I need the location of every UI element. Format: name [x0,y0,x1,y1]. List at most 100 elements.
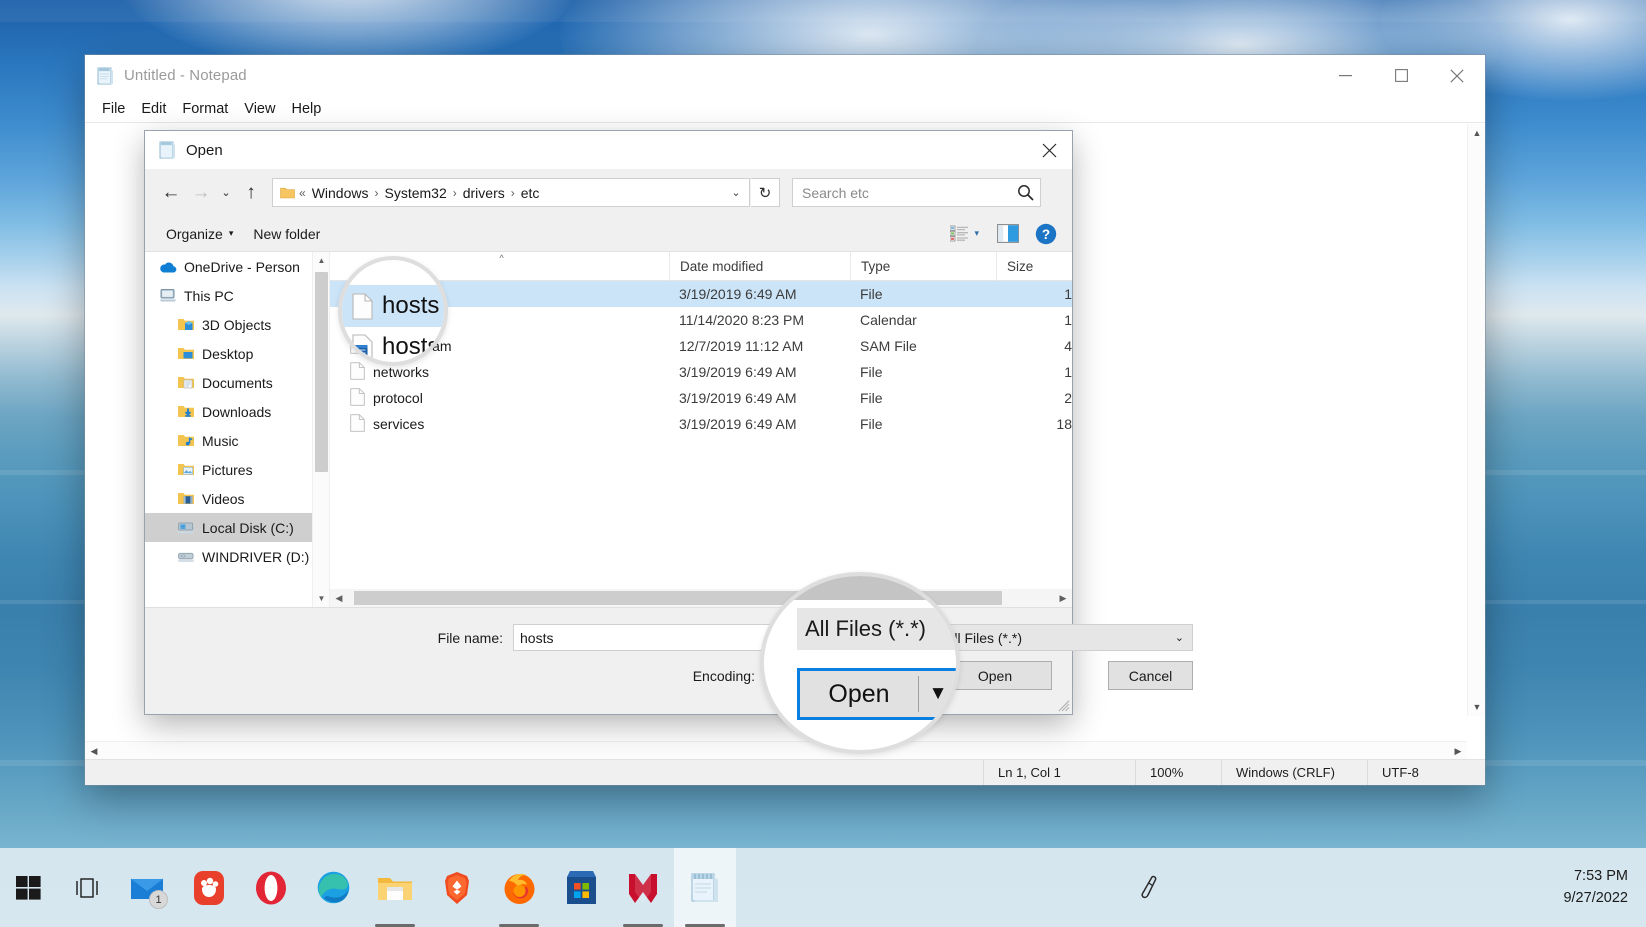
scroll-up-arrow[interactable]: ▲ [1468,124,1486,142]
sidebar-item-windriver-d[interactable]: WINDRIVER (D:) [145,542,329,571]
menu-file[interactable]: File [94,98,133,120]
file-list-horizontal-scrollbar[interactable]: ◀ ▶ [330,589,1072,607]
sidebar-item-downloads[interactable]: Downloads [145,397,329,426]
column-header-date[interactable]: Date modified [669,252,850,281]
file-date-cell: 12/7/2019 11:12 AM [669,338,850,354]
organize-button[interactable]: Organize ▾ [156,221,243,247]
notepad-menubar: File Edit Format View Help [85,96,1485,123]
file-type-cell: File [850,390,996,406]
breadcrumb-etc[interactable]: etc [519,185,542,201]
file-icon [352,293,373,320]
search-input[interactable] [793,185,1010,201]
file-type-filter-combobox[interactable]: All Files (*.*) ⌄ [938,624,1193,651]
taskbar-app-mail[interactable]: 1 [116,848,178,927]
view-options-button[interactable]: ▾ [944,221,985,246]
magnified-row-hosts[interactable]: hosts [352,292,439,320]
scroll-down-arrow[interactable]: ▼ [1468,698,1486,716]
taskbar-app-opera[interactable] [240,848,302,927]
status-spacer [85,760,983,785]
file-row[interactable]: networks3/19/2019 6:49 AMFile1 [330,359,1072,385]
menu-view[interactable]: View [236,98,283,120]
taskbar-app-file-explorer[interactable] [364,848,426,927]
sidebar-item-music[interactable]: Music [145,426,329,455]
file-type-cell: File [850,364,996,380]
search-icon[interactable] [1010,184,1040,201]
taskbar-app-microsoft-store[interactable] [550,848,612,927]
column-header-size[interactable]: Size [996,252,1072,281]
magnifier-content: All Files (*.*) Open ▼ Cancel [764,576,960,754]
scroll-right-arrow[interactable]: ▶ [1449,742,1467,760]
magnified-open-button[interactable]: Open ▼ [797,668,960,720]
scroll-up-arrow[interactable]: ▲ [313,252,330,269]
menu-edit[interactable]: Edit [133,98,174,120]
notepad-icon [97,67,114,85]
chevron-down-icon[interactable]: ▼ [919,683,957,705]
magnified-filter-combobox[interactable]: All Files (*.*) [797,608,960,650]
start-icon[interactable] [0,848,58,927]
preview-pane-button[interactable] [989,220,1027,247]
maximize-button[interactable] [1373,55,1429,96]
breadcrumb-system32[interactable]: System32 [382,185,448,201]
column-header-type[interactable]: Type [850,252,996,281]
scroll-left-arrow[interactable]: ◀ [330,589,348,607]
file-row[interactable]: services3/19/2019 6:49 AMFile18 [330,411,1072,437]
sidebar-item-desktop[interactable]: Desktop [145,339,329,368]
new-folder-button[interactable]: New folder [243,221,330,247]
cancel-button[interactable]: Cancel [1108,661,1193,690]
sidebar-scrollbar[interactable]: ▲ ▼ [312,252,329,607]
address-bar[interactable]: « Windows › System32 › drivers › etc ⌄ [272,178,750,207]
scroll-right-arrow[interactable]: ▶ [1054,589,1072,607]
sidebar-item-videos[interactable]: Videos [145,484,329,513]
breadcrumb-windows[interactable]: Windows [310,185,371,201]
sidebar-item-local-disk-c[interactable]: Local Disk (C:) [145,513,329,542]
search-box[interactable] [792,178,1041,207]
sidebar-item-onedrive-person[interactable]: OneDrive - Person [145,252,329,281]
help-button[interactable]: ? [1031,221,1061,247]
scroll-left-arrow[interactable]: ◀ [85,742,103,760]
resize-grip[interactable] [1058,700,1070,712]
folder-music-icon [177,433,195,448]
clock[interactable]: 7:53 PM 9/27/2022 [1563,866,1646,908]
notepad-vertical-scrollbar[interactable]: ▲ ▼ [1467,124,1485,716]
folder-icon [280,186,295,199]
sidebar-item-this-pc[interactable]: This PC [145,281,329,310]
taskbar-app-teamviewer[interactable] [178,848,240,927]
close-button[interactable] [1429,55,1485,96]
pen-icon[interactable] [1125,875,1175,901]
back-button[interactable]: ← [156,178,186,208]
preview-pane-icon [997,224,1019,243]
file-size-cell: 4 [996,338,1072,354]
taskbar-app-brave[interactable] [426,848,488,927]
sidebar-item-3d-objects[interactable]: 3D Objects [145,310,329,339]
breadcrumb-drivers[interactable]: drivers [461,185,507,201]
file-row[interactable]: protocol3/19/2019 6:49 AMFile2 [330,385,1072,411]
refresh-button[interactable]: ↻ [751,178,780,207]
minimize-button[interactable] [1317,55,1373,96]
taskbar-app-mcafee[interactable] [612,848,674,927]
sidebar-item-label: WINDRIVER (D:) [202,549,309,565]
taskbar-app-firefox[interactable] [488,848,550,927]
menu-help[interactable]: Help [283,98,329,120]
taskbar-app-notepad[interactable] [674,848,736,927]
up-button[interactable]: ↑ [236,178,266,208]
task-view-icon[interactable] [58,848,116,927]
taskbar-app-edge[interactable] [302,848,364,927]
scrollbar-thumb[interactable] [315,272,328,472]
sidebar-item-pictures[interactable]: Pictures [145,455,329,484]
calendar-icon [352,334,373,361]
file-type-cell: SAM File [850,338,996,354]
chevron-down-icon[interactable]: ⌄ [723,186,749,199]
svg-text:?: ? [1042,227,1050,242]
menu-format[interactable]: Format [174,98,236,120]
magnified-row-hosts-ics[interactable]: hosts [352,333,439,361]
sidebar-item-label: OneDrive - Person [184,259,300,275]
scroll-down-arrow[interactable]: ▼ [313,590,330,607]
file-type-cell: File [850,416,996,432]
taskbar: 1 [0,848,1646,927]
organize-label: Organize [166,226,223,242]
recent-locations-button[interactable]: ⌄ [216,178,236,208]
sidebar-item-documents[interactable]: Documents [145,368,329,397]
dialog-command-bar: Organize ▾ New folder [145,216,1072,252]
file-icon [350,388,365,409]
dialog-close-button[interactable] [1026,131,1072,169]
